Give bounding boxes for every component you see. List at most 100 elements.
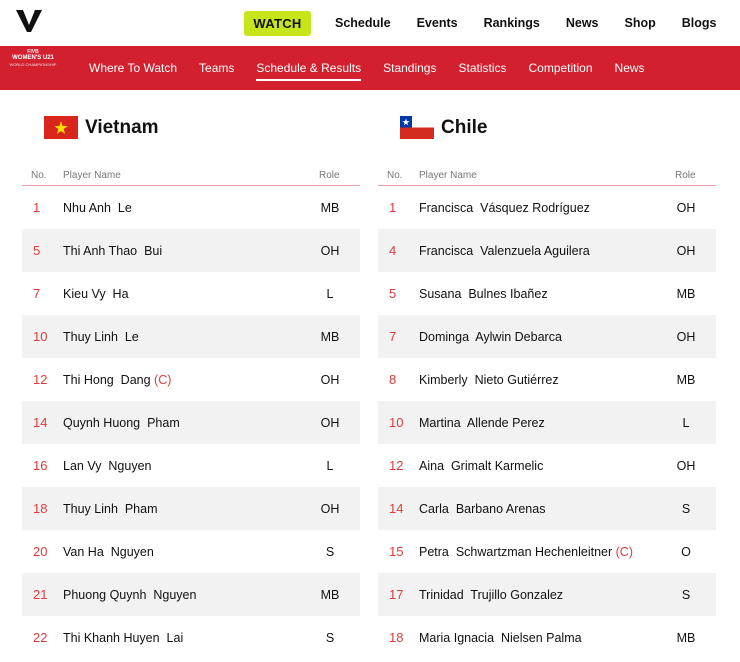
player-name: Thi Khanh Huyen Lai	[63, 630, 184, 645]
player-number: 22	[33, 630, 48, 645]
player-role: S	[325, 544, 335, 559]
player-name-cell: Thuy Linh Pham	[63, 502, 300, 516]
player-name: Thi Anh Thao Bui	[63, 243, 163, 258]
player-row[interactable]: 5 Susana Bulnes Ibañez MB	[378, 272, 716, 315]
player-name-cell: Thi Khanh Huyen Lai	[63, 631, 300, 645]
player-number: 14	[33, 415, 48, 430]
player-name: Phuong Quynh Nguyen	[63, 587, 197, 602]
player-name: Martina Allende Perez	[419, 415, 545, 430]
player-role: OH	[676, 458, 696, 473]
roster-rows: 1 Francisca Vásquez Rodríguez OH 4 Francisca…	[378, 186, 716, 659]
player-row[interactable]: 20 Van Ha Nguyen S	[22, 530, 360, 573]
player-number: 1	[33, 200, 41, 215]
event-logo[interactable]: FIVB WOMEN'S U21 WORLD CHAMPIONSHIP	[2, 49, 64, 87]
subnav-news[interactable]: News	[615, 61, 645, 75]
nav-blogs[interactable]: Blogs	[682, 16, 717, 30]
player-number: 5	[33, 243, 41, 258]
subnav-schedule-results[interactable]: Schedule & Results	[256, 61, 361, 81]
player-name: Susana Bulnes Ibañez	[419, 286, 548, 301]
player-number: 15	[389, 544, 404, 559]
nav-news[interactable]: News	[566, 16, 599, 30]
player-number: 8	[389, 372, 397, 387]
nav-rankings[interactable]: Rankings	[484, 16, 540, 30]
player-role: MB	[676, 630, 696, 645]
player-number: 14	[389, 501, 404, 516]
player-name: Trinidad Trujillo Gonzalez	[419, 587, 564, 602]
player-row[interactable]: 16 Lan Vy Nguyen L	[22, 444, 360, 487]
player-row[interactable]: 7 Dominga Aylwin Debarca OH	[378, 315, 716, 358]
player-name: Thi Hong Dang	[63, 372, 151, 387]
volleyball-world-logo-icon[interactable]	[14, 8, 44, 34]
nav-schedule[interactable]: Schedule	[335, 16, 391, 30]
player-name-cell: Maria Ignacia Nielsen Palma	[419, 631, 656, 645]
player-row[interactable]: 12 Aina Grimalt Karmelic OH	[378, 444, 716, 487]
player-row[interactable]: 14 Quynh Huong Pham OH	[22, 401, 360, 444]
player-name: Lan Vy Nguyen	[63, 458, 152, 473]
watch-button[interactable]: WATCH	[244, 11, 311, 36]
subnav-where-to-watch[interactable]: Where To Watch	[89, 61, 177, 75]
event-subnav: Where To Watch Teams Schedule & Results …	[89, 46, 667, 90]
player-role: MB	[320, 329, 340, 344]
player-number: 10	[389, 415, 404, 430]
event-logo-line2: WOMEN'S U21	[12, 55, 54, 61]
player-row[interactable]: 1 Nhu Anh Le MB	[22, 186, 360, 229]
player-row[interactable]: 15 Petra Schwartzman Hechenleitner (C) O	[378, 530, 716, 573]
player-number: 1	[389, 200, 397, 215]
team-name: Chile	[441, 116, 488, 138]
player-role: S	[681, 501, 691, 516]
team-name: Vietnam	[85, 116, 159, 138]
subnav-standings[interactable]: Standings	[383, 61, 436, 75]
player-role: OH	[320, 501, 340, 516]
player-row[interactable]: 10 Thuy Linh Le MB	[22, 315, 360, 358]
player-role: S	[681, 587, 691, 602]
player-row[interactable]: 4 Francisca Valenzuela Aguilera OH	[378, 229, 716, 272]
player-row[interactable]: 1 Francisca Vásquez Rodríguez OH	[378, 186, 716, 229]
player-row[interactable]: 5 Thi Anh Thao Bui OH	[22, 229, 360, 272]
nav-events[interactable]: Events	[417, 16, 458, 30]
player-name-cell: Susana Bulnes Ibañez	[419, 287, 656, 301]
player-row[interactable]: 22 Thi Khanh Huyen Lai S	[22, 616, 360, 659]
player-role: L	[326, 286, 334, 301]
player-row[interactable]: 10 Martina Allende Perez L	[378, 401, 716, 444]
player-name-cell: Thi Hong Dang (C)	[63, 373, 300, 387]
player-name-cell: Francisca Valenzuela Aguilera	[419, 244, 656, 258]
player-role: S	[325, 630, 335, 645]
player-number: 17	[389, 587, 404, 602]
player-row[interactable]: 17 Trinidad Trujillo Gonzalez S	[378, 573, 716, 616]
player-role: O	[681, 544, 691, 559]
player-row[interactable]: 8 Kimberly Nieto Gutiérrez MB	[378, 358, 716, 401]
main-nav: Schedule Events Rankings News Shop Blogs	[335, 0, 740, 46]
player-row[interactable]: 14 Carla Barbano Arenas S	[378, 487, 716, 530]
player-row[interactable]: 12 Thi Hong Dang (C) OH	[22, 358, 360, 401]
subnav-competition[interactable]: Competition	[529, 61, 593, 75]
player-number: 7	[389, 329, 397, 344]
player-role: OH	[676, 200, 696, 215]
player-name-cell: Martina Allende Perez	[419, 416, 656, 430]
subnav-teams[interactable]: Teams	[199, 61, 234, 75]
nav-shop[interactable]: Shop	[625, 16, 656, 30]
vietnam-flag-icon	[44, 116, 78, 139]
top-navigation-bar: WATCH Schedule Events Rankings News Shop…	[0, 0, 740, 46]
player-name-cell: Kieu Vy Ha	[63, 287, 300, 301]
player-name: Van Ha Nguyen	[63, 544, 154, 559]
player-name: Thuy Linh Le	[63, 329, 139, 344]
player-role: OH	[676, 243, 696, 258]
player-row[interactable]: 21 Phuong Quynh Nguyen MB	[22, 573, 360, 616]
player-role: MB	[676, 286, 696, 301]
player-name-cell: Van Ha Nguyen	[63, 545, 300, 559]
player-name: Kieu Vy Ha	[63, 286, 129, 301]
column-role: Role	[675, 169, 696, 181]
player-row[interactable]: 7 Kieu Vy Ha L	[22, 272, 360, 315]
player-number: 5	[389, 286, 397, 301]
player-name: Thuy Linh Pham	[63, 501, 158, 516]
player-row[interactable]: 18 Thuy Linh Pham OH	[22, 487, 360, 530]
chile-flag-icon	[400, 116, 434, 139]
player-number: 12	[389, 458, 404, 473]
player-row[interactable]: 18 Maria Ignacia Nielsen Palma MB	[378, 616, 716, 659]
player-role: L	[326, 458, 334, 473]
player-number: 20	[33, 544, 48, 559]
player-name: Carla Barbano Arenas	[419, 501, 546, 516]
player-role: MB	[320, 200, 340, 215]
subnav-statistics[interactable]: Statistics	[458, 61, 506, 75]
column-no: No.	[387, 169, 403, 181]
